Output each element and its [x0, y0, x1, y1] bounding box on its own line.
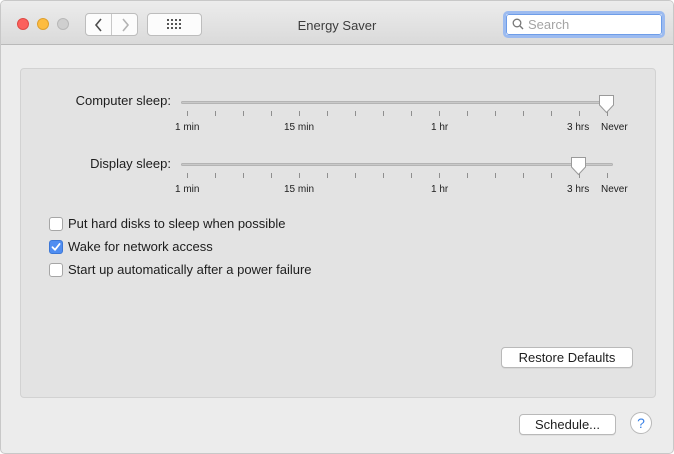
display-sleep-slider-thumb[interactable] [570, 156, 587, 176]
title-bar: Energy Saver [1, 1, 673, 45]
search-field[interactable] [503, 11, 665, 38]
tick [495, 111, 496, 116]
zoom-window-button [57, 18, 69, 30]
wake-network-checkbox[interactable] [49, 239, 63, 254]
tick [355, 173, 356, 178]
tick [299, 111, 300, 116]
search-input[interactable] [528, 16, 658, 33]
tick [523, 111, 524, 116]
back-button[interactable] [86, 14, 111, 35]
show-all-preferences-button[interactable] [147, 13, 202, 36]
tick [299, 173, 300, 178]
hard-disk-sleep-checkbox[interactable] [49, 216, 63, 231]
tick [467, 173, 468, 178]
tick [187, 111, 188, 116]
tick [215, 111, 216, 116]
hard-disk-sleep-option[interactable]: Put hard disks to sleep when possible [49, 216, 286, 231]
tick [523, 173, 524, 178]
tick [439, 111, 440, 116]
energy-saver-window: Energy Saver Computer sleep: 1 min 15 [0, 0, 674, 454]
help-button[interactable]: ? [630, 412, 652, 434]
tick [383, 111, 384, 116]
tick [355, 111, 356, 116]
tick [411, 111, 412, 116]
tick [243, 173, 244, 178]
hard-disk-sleep-label: Put hard disks to sleep when possible [68, 216, 286, 231]
tick-label-1hr: 1 hr [431, 184, 449, 195]
tick [607, 173, 608, 178]
tick [551, 111, 552, 116]
chevron-right-icon [121, 17, 129, 32]
tick-label-never: Never [601, 184, 628, 195]
auto-startup-option[interactable]: Start up automatically after a power fai… [49, 262, 312, 277]
tick [579, 111, 580, 116]
tick [187, 173, 188, 178]
tick-label-3hrs: 3 hrs [567, 184, 590, 195]
restore-defaults-button[interactable]: Restore Defaults [501, 347, 633, 368]
tick-label-15min: 15 min [284, 184, 315, 195]
tick [327, 111, 328, 116]
auto-startup-label: Start up automatically after a power fai… [68, 262, 312, 277]
tick-label-3hrs: 3 hrs [567, 122, 590, 133]
display-sleep-track[interactable] [181, 163, 613, 166]
tick [271, 111, 272, 116]
search-icon [512, 18, 524, 30]
wake-network-option[interactable]: Wake for network access [49, 239, 213, 254]
minimize-window-button[interactable] [37, 18, 49, 30]
close-window-button[interactable] [17, 18, 29, 30]
tick-label-1min: 1 min [175, 184, 200, 195]
tick [271, 173, 272, 178]
back-forward-control [85, 13, 138, 36]
tick [215, 173, 216, 178]
tick-label-1hr: 1 hr [431, 122, 449, 133]
computer-sleep-track[interactable] [181, 101, 613, 104]
tick [551, 173, 552, 178]
question-mark-icon: ? [637, 415, 645, 431]
tick-label-15min: 15 min [284, 122, 315, 133]
grid-icon [167, 19, 181, 29]
auto-startup-checkbox[interactable] [49, 262, 63, 277]
tick [439, 173, 440, 178]
tick-label-never: Never [601, 122, 628, 133]
tick [467, 111, 468, 116]
tick-label-1min: 1 min [175, 122, 200, 133]
tick [495, 173, 496, 178]
display-sleep-label: Display sleep: [90, 156, 171, 171]
tick [411, 173, 412, 178]
computer-sleep-slider-thumb[interactable] [598, 94, 615, 114]
chevron-left-icon [94, 17, 102, 32]
computer-sleep-label: Computer sleep: [75, 93, 171, 108]
tick [383, 173, 384, 178]
schedule-button[interactable]: Schedule... [519, 414, 616, 435]
forward-button[interactable] [111, 14, 137, 35]
checkmark-icon [51, 242, 61, 251]
tick [243, 111, 244, 116]
wake-network-label: Wake for network access [68, 239, 213, 254]
tick [327, 173, 328, 178]
